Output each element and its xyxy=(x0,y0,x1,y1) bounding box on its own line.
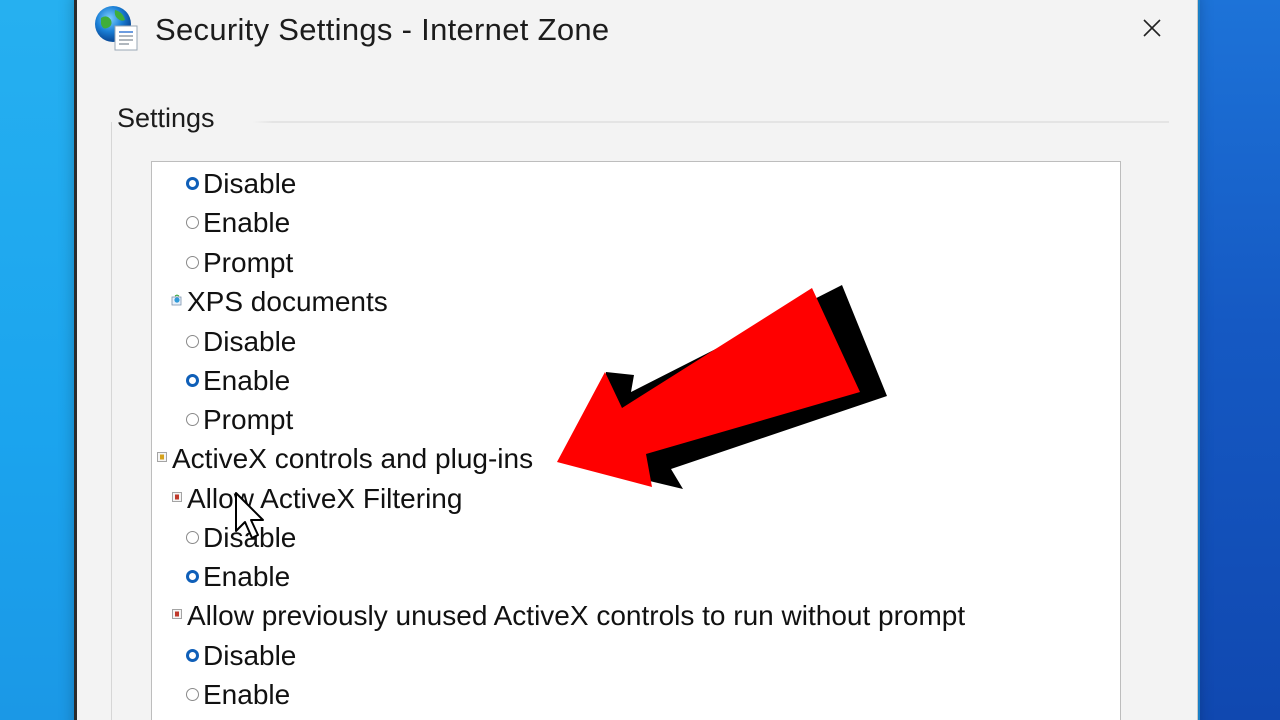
settings-group-label: Settings xyxy=(117,103,215,133)
close-button[interactable] xyxy=(1123,2,1181,54)
setting-xps-documents: XPS documents xyxy=(171,282,388,321)
option-label: Enable xyxy=(203,560,291,592)
category-activex-controls: ActiveX controls and plug-ins xyxy=(156,439,533,478)
option-label: Prompt xyxy=(203,403,294,435)
radio-option-disable[interactable]: Disable xyxy=(186,164,296,203)
radio-button[interactable] xyxy=(186,413,199,426)
radio-button-selected[interactable] xyxy=(186,570,199,583)
desktop-background-left xyxy=(0,0,74,720)
window-title: Security Settings - Internet Zone xyxy=(155,12,610,47)
radio-option-enable[interactable]: Enable xyxy=(186,675,290,714)
radio-option-disable[interactable]: Disable xyxy=(186,322,296,361)
setting-label: Allow ActiveX Filtering xyxy=(187,482,463,514)
radio-option-enable[interactable]: Enable xyxy=(186,557,290,596)
radio-button[interactable] xyxy=(186,335,199,348)
security-settings-dialog: Security Settings - Internet Zone Settin… xyxy=(74,0,1198,720)
radio-button-selected[interactable] xyxy=(186,177,199,190)
settings-tree-list[interactable]: Disable Enable Prompt XPS documents Disa… xyxy=(151,161,1121,720)
activex-setting-icon xyxy=(172,608,182,619)
radio-option-enable[interactable]: Enable xyxy=(186,361,290,400)
setting-allow-unused-activex: Allow previously unused ActiveX controls… xyxy=(171,596,965,635)
settings-group-divider xyxy=(113,121,1169,123)
title-bar: Security Settings - Internet Zone xyxy=(77,0,1197,60)
setting-allow-activex-filtering: Allow ActiveX Filtering xyxy=(171,479,462,518)
mouse-cursor-icon xyxy=(235,492,264,539)
radio-button[interactable] xyxy=(186,256,199,269)
option-label: Enable xyxy=(203,364,291,396)
radio-button[interactable] xyxy=(186,216,199,229)
xps-setting-icon xyxy=(171,293,182,305)
activex-setting-icon xyxy=(172,491,182,502)
radio-option-disable[interactable]: Disable xyxy=(186,636,296,675)
desktop-background-right xyxy=(1200,0,1280,720)
internet-options-globe-icon xyxy=(95,6,138,51)
option-label: Enable xyxy=(203,678,291,710)
option-label: Disable xyxy=(203,325,297,357)
activex-category-icon xyxy=(157,451,167,462)
option-label: Disable xyxy=(203,639,297,671)
radio-button[interactable] xyxy=(186,531,199,544)
close-icon xyxy=(1143,19,1161,37)
radio-option-prompt[interactable]: Prompt xyxy=(186,400,293,439)
radio-button-selected[interactable] xyxy=(186,374,199,387)
category-label: ActiveX controls and plug-ins xyxy=(172,442,534,474)
setting-label: Allow previously unused ActiveX controls… xyxy=(187,599,966,631)
option-label: Prompt xyxy=(203,246,294,278)
setting-label: XPS documents xyxy=(187,285,388,317)
radio-button[interactable] xyxy=(186,688,199,701)
radio-option-enable[interactable]: Enable xyxy=(186,203,290,242)
option-label: Enable xyxy=(203,206,291,238)
option-label: Disable xyxy=(203,167,297,199)
radio-option-prompt[interactable]: Prompt xyxy=(186,243,293,282)
radio-button-selected[interactable] xyxy=(186,649,199,662)
